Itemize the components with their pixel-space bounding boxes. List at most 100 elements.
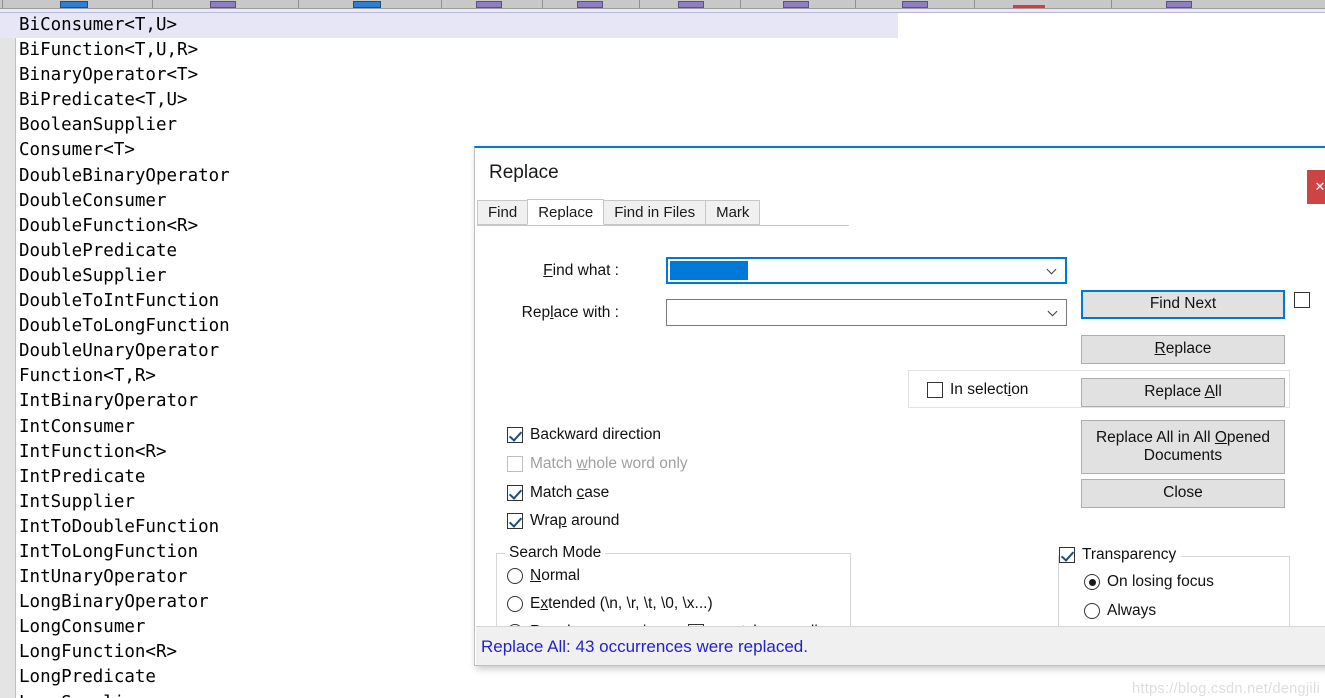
toolbar-button-sync-icon[interactable] bbox=[1166, 1, 1192, 8]
toolbar-separator bbox=[1111, 0, 1112, 8]
tab-find-in-files[interactable]: Find in Files bbox=[603, 200, 707, 225]
editor-line[interactable]: BiFunction<T,U,R> bbox=[19, 38, 1325, 63]
replace-all-opened-button[interactable]: Replace All in All Opened Documents bbox=[1081, 420, 1285, 474]
option-match-whole-word-label: Match whole word only bbox=[530, 455, 688, 472]
replace-with-value bbox=[669, 303, 673, 322]
replace-with-label: Replace with : bbox=[489, 304, 619, 322]
option-wrap-around-label: Wrap around bbox=[530, 512, 620, 529]
replace-all-button[interactable]: Replace All bbox=[1081, 378, 1285, 407]
close-button-label: Close bbox=[1163, 484, 1203, 502]
option-wrap-around-accel: p bbox=[558, 512, 567, 529]
chevron-down-icon[interactable] bbox=[1046, 265, 1057, 276]
replace-all-opened-accel: O bbox=[1214, 428, 1227, 446]
main-toolbar bbox=[0, 0, 1325, 9]
dialog-status-bar: Replace All: 43 occurrences were replace… bbox=[476, 626, 1325, 665]
checkbox-icon[interactable] bbox=[1059, 547, 1075, 563]
replace-all-opened-label: Replace All in All Opened Documents bbox=[1095, 428, 1271, 464]
replace-all-label: Replace All bbox=[1144, 383, 1222, 401]
toolbar-separator bbox=[441, 0, 442, 8]
option-match-case[interactable]: Match case bbox=[507, 484, 609, 502]
dialog-tabs: Find Replace Find in Files Mark bbox=[477, 199, 849, 226]
checkbox-icon bbox=[507, 456, 523, 472]
replace-all-accel: A bbox=[1204, 383, 1215, 401]
search-mode-normal-label: Normal bbox=[530, 567, 580, 584]
radio-icon[interactable] bbox=[507, 568, 523, 584]
search-mode-normal[interactable]: Normal bbox=[507, 567, 580, 585]
transparency-on-losing-focus[interactable]: On losing focus bbox=[1084, 573, 1214, 591]
editor-line[interactable]: BooleanSupplier bbox=[19, 113, 1325, 138]
toolbar-button-indent-icon[interactable] bbox=[783, 1, 809, 8]
toolbar-button-wrap-icon[interactable] bbox=[678, 1, 704, 8]
option-match-case-accel: c bbox=[576, 484, 585, 501]
editor-line[interactable]: LongSupplier bbox=[19, 691, 1325, 698]
checkbox-icon[interactable] bbox=[507, 513, 523, 529]
search-mode-title: Search Mode bbox=[505, 544, 606, 562]
toolbar-button-record-icon[interactable] bbox=[1013, 5, 1045, 8]
in-selection-label: In selection bbox=[950, 381, 1029, 398]
watermark: https://blog.csdn.net/dengjili bbox=[1132, 681, 1320, 697]
app-root: BiConsumer<T,U> BiFunction<T,U,R> BinaryOp… bbox=[0, 0, 1325, 698]
toolbar-button-zoom-icon[interactable] bbox=[577, 1, 603, 8]
dialog-body: Find what : Replace with : Find Next Rep… bbox=[475, 226, 1325, 660]
option-backward-direction[interactable]: Backward direction bbox=[507, 426, 661, 444]
find-next-button[interactable]: Find Next bbox=[1081, 290, 1285, 319]
editor-line[interactable]: BinaryOperator<T> bbox=[19, 63, 1325, 88]
replace-dialog: Replace ✕ Find Replace Find in Files Mark F… bbox=[474, 146, 1325, 666]
replace-with-input[interactable] bbox=[666, 299, 1067, 326]
toolbar-separator bbox=[974, 0, 975, 8]
close-button[interactable]: Close bbox=[1081, 479, 1285, 508]
checkbox-icon[interactable] bbox=[507, 485, 523, 501]
find-what-selected-text bbox=[670, 261, 748, 280]
search-mode-extended-accel: x bbox=[540, 595, 549, 612]
find-what-label: Find what : bbox=[489, 262, 619, 280]
radio-icon[interactable] bbox=[1084, 603, 1100, 619]
replace-accel: R bbox=[1154, 340, 1166, 358]
toolbar-button-macro-icon[interactable] bbox=[902, 1, 928, 8]
find-what-label-rest: ind what : bbox=[552, 262, 619, 279]
toolbar-separator bbox=[542, 0, 543, 8]
find-next-label: Find Next bbox=[1149, 295, 1217, 313]
option-backward-direction-label: Backward direction bbox=[530, 426, 661, 443]
editor-line[interactable]: BiConsumer<T,U> bbox=[0, 13, 898, 39]
replace-button[interactable]: Replace bbox=[1081, 335, 1285, 364]
search-mode-normal-accel: N bbox=[530, 567, 542, 584]
tab-find[interactable]: Find bbox=[477, 200, 529, 225]
toolbar-button-undo-icon[interactable] bbox=[353, 1, 381, 8]
status-message: Replace All: 43 occurrences were replace… bbox=[481, 636, 808, 656]
tab-replace[interactable]: Replace bbox=[527, 199, 605, 225]
editor-line[interactable]: LongPredicate bbox=[19, 665, 1325, 690]
in-selection-accel: i bbox=[1007, 381, 1012, 398]
tab-mark[interactable]: Mark bbox=[705, 200, 761, 225]
toolbar-separator bbox=[152, 0, 153, 8]
toolbar-button-cut-icon[interactable] bbox=[210, 1, 236, 8]
radio-icon[interactable] bbox=[1084, 574, 1100, 590]
toolbar-separator bbox=[639, 0, 640, 8]
toolbar-button-new-icon[interactable] bbox=[60, 1, 88, 8]
editor-gutter bbox=[0, 13, 16, 698]
transparency-label: Transparency bbox=[1082, 546, 1177, 563]
find-what-input[interactable] bbox=[666, 257, 1067, 284]
toolbar-separator bbox=[740, 0, 741, 8]
chevron-down-icon[interactable] bbox=[1047, 307, 1058, 318]
transparency-always-label: Always bbox=[1107, 602, 1157, 619]
option-match-whole-word: Match whole word only bbox=[507, 455, 688, 473]
in-selection-checkbox[interactable]: In selection bbox=[927, 381, 1028, 399]
option-match-case-label: Match case bbox=[530, 484, 610, 501]
replace-with-label-a: Rep bbox=[521, 304, 551, 321]
checkbox-icon[interactable] bbox=[1294, 292, 1310, 308]
radio-icon[interactable] bbox=[507, 596, 523, 612]
search-mode-extended-label: Extended (\n, \r, \t, \0, \x...) bbox=[530, 595, 713, 612]
option-wrap-around[interactable]: Wrap around bbox=[507, 512, 619, 530]
close-icon[interactable]: ✕ bbox=[1307, 170, 1325, 204]
find-next-side-checkbox[interactable] bbox=[1294, 292, 1317, 308]
checkbox-icon[interactable] bbox=[927, 382, 943, 398]
search-mode-extended[interactable]: Extended (\n, \r, \t, \0, \x...) bbox=[507, 595, 713, 613]
toolbar-button-search-icon[interactable] bbox=[476, 1, 502, 8]
transparency-on-losing-focus-label: On losing focus bbox=[1107, 573, 1214, 590]
transparency-checkbox[interactable]: Transparency bbox=[1059, 546, 1182, 564]
transparency-always[interactable]: Always bbox=[1084, 602, 1156, 620]
editor-line[interactable]: BiPredicate<T,U> bbox=[19, 88, 1325, 113]
toolbar-separator bbox=[298, 0, 299, 8]
checkbox-icon[interactable] bbox=[507, 427, 523, 443]
find-what-accel: F bbox=[543, 262, 553, 279]
